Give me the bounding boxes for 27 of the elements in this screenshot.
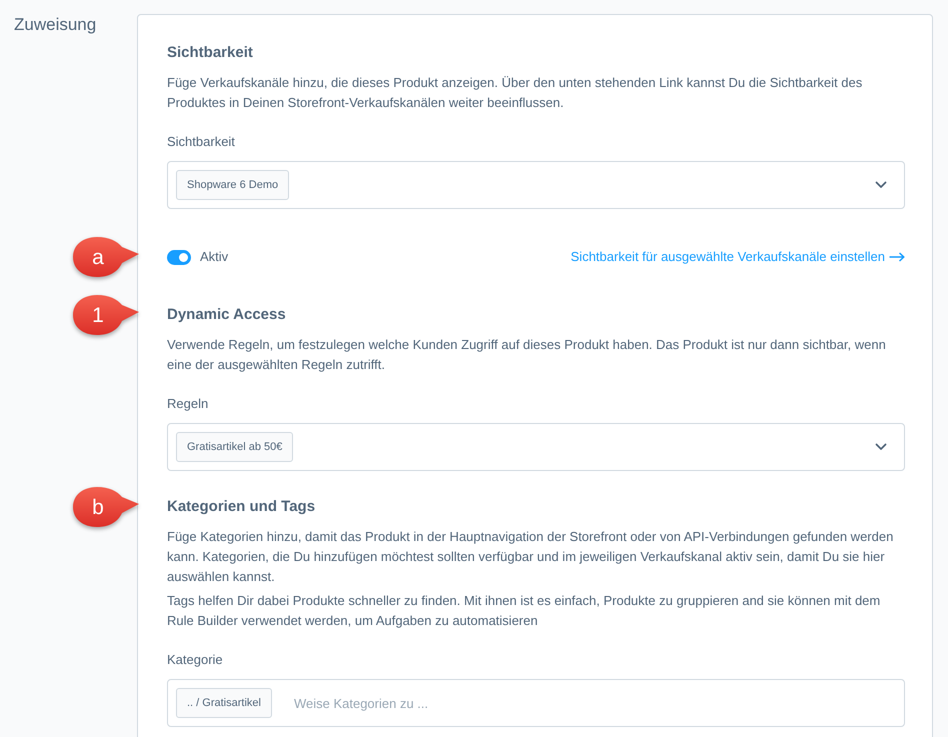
chevron-down-icon bbox=[875, 181, 887, 189]
chevron-down-icon bbox=[875, 443, 887, 451]
tag-chip: Gratisartikel ab 50€ bbox=[176, 432, 294, 462]
section-heading: Sichtbarkeit bbox=[167, 43, 254, 63]
category-input[interactable]: Weise Kategorien zu ... bbox=[294, 688, 892, 718]
visibility-link[interactable]: Sichtbarkeit für ausgewählte Verkaufskanäle einstellen bbox=[570, 247, 905, 267]
section-description: Füge Verkaufskanäle hinzu, die dieses Produkt anzeigen. Über den unten stehenden Link kannst Du die Sichtbarkeit des Produktes in Deinen Storefront-Verkaufskanälen weiter beeinflussen. bbox=[167, 74, 864, 112]
section-heading: Dynamic Access bbox=[167, 305, 287, 325]
toggle-label: Aktiv bbox=[200, 248, 228, 266]
section-description: Verwende Regeln, um festzulegen welche Kunden Zugriff auf dieses Produkt haben. Das Produkt ist nur dann sichtbar, wenn eine der ausgewählten Regeln zutrifft. bbox=[167, 336, 887, 374]
section-description: Füge Kategorien hinzu, damit das Produkt in der Hauptnavigation der Storefront oder von API-Verbindungen gefunden werden kann. Kategorien, die Du hinzufügen möchtest sollten verfügbar und im jeweiligen Verkaufskanal aktiv sein, damit Du sie hier auswählen kannst. bbox=[167, 528, 894, 586]
callout-badge: a bbox=[72, 236, 140, 278]
tag-chip: .. / Gratisartikel bbox=[176, 688, 272, 718]
callout-badge: b bbox=[72, 486, 140, 528]
arrow-right-icon bbox=[889, 252, 905, 262]
select-field[interactable]: Gratisartikel ab 50€ bbox=[167, 423, 905, 471]
section-description: Tags helfen Dir dabei Produkte schneller zu finden. Mit ihnen ist es einfach, Produkte zu gruppieren and sie können mit dem Rule Builder verwendet werden, um Aufgaben zu automatisieren bbox=[167, 592, 882, 630]
field-label: Sichtbarkeit bbox=[167, 133, 236, 151]
section-heading: Kategorien und Tags bbox=[167, 497, 316, 517]
field-label: Kategorie bbox=[167, 651, 224, 669]
callout-badge: 1 bbox=[72, 294, 140, 336]
category-field[interactable]: .. / Gratisartikel Weise Kategorien zu ... bbox=[167, 679, 905, 727]
tag-chip: Shopware 6 Demo bbox=[176, 170, 290, 200]
toggle-switch[interactable] bbox=[167, 250, 191, 264]
field-label: Regeln bbox=[167, 395, 210, 413]
section-label: Zuweisung bbox=[14, 15, 96, 34]
select-field[interactable]: Shopware 6 Demo bbox=[167, 161, 905, 209]
